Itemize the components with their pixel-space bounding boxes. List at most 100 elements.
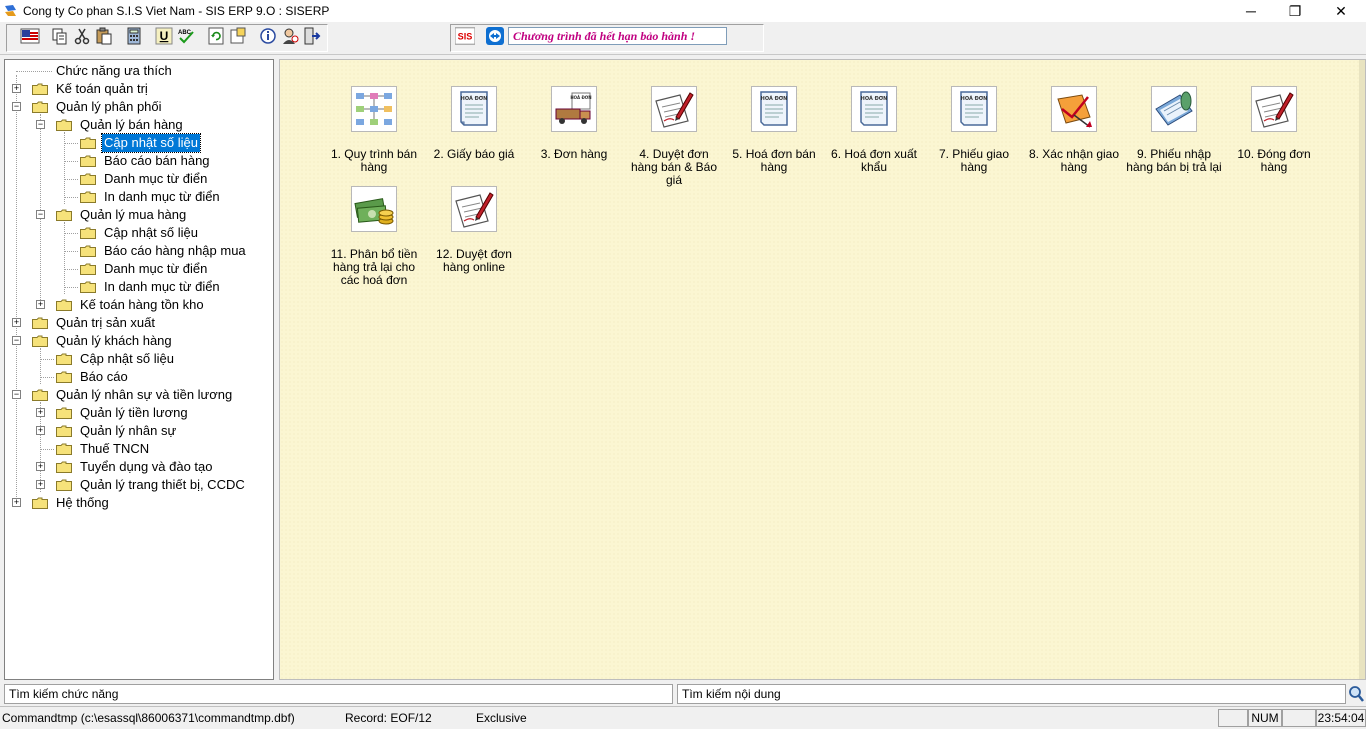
expand-plus-icon[interactable]: + — [12, 498, 21, 507]
tree-item-customers[interactable]: − Quản lý khách hàng — [5, 332, 273, 350]
tree-item-customers-update-data[interactable]: Cập nhật số liệu — [5, 350, 273, 368]
tree-item-inventory[interactable]: + Kế toán hàng tồn kho — [5, 296, 273, 314]
app-icon — [5, 5, 16, 16]
tree-item-purchase-dictionary[interactable]: Danh mục từ điển — [5, 260, 273, 278]
tree-item-purchase-print-dictionary[interactable]: In danh mục từ điển — [5, 278, 273, 296]
tree-item-favorites[interactable]: Chức năng ưa thích — [5, 62, 273, 80]
window-title: Cong ty Co phan S.I.S Viet Nam - SIS ERP… — [23, 4, 330, 18]
tree-item-sales-print-dictionary[interactable]: In danh mục từ điển — [5, 188, 273, 206]
tree-item-label: Quản lý trang thiết bị, CCDC — [80, 477, 245, 492]
info-icon[interactable] — [258, 26, 278, 46]
expand-plus-icon[interactable]: + — [12, 84, 21, 93]
minimize-button[interactable]: ─ — [1228, 0, 1274, 22]
note-icon[interactable] — [228, 26, 248, 46]
tree-item-purchase-report[interactable]: Báo cáo hàng nhập mua — [5, 242, 273, 260]
function-tile-export-invoice[interactable]: HOÁ ĐƠN 6. Hoá đơn xuất khẩu — [826, 86, 922, 174]
function-tile-label: 12. Duyệt đơn hàng online — [436, 247, 512, 274]
function-tile-approve-online-order[interactable]: 12. Duyệt đơn hàng online — [426, 186, 522, 274]
folder-icon — [56, 425, 72, 437]
folder-icon — [56, 443, 72, 455]
approve-sign-icon — [651, 86, 697, 132]
function-tile-delivery-note[interactable]: HOÁ ĐƠN 7. Phiếu giao hàng — [926, 86, 1022, 174]
language-flag-icon[interactable] — [20, 26, 40, 46]
folder-icon — [56, 353, 72, 365]
order-truck-icon: HOÁ ĐƠN — [551, 86, 597, 132]
function-tile-sales-invoice[interactable]: HOÁ ĐƠN 5. Hoá đơn bán hàng — [726, 86, 822, 174]
tree-item-production[interactable]: + Quản trị sản xuất — [5, 314, 273, 332]
tree-item-sales-update-data[interactable]: Cập nhật số liệu — [5, 133, 273, 153]
close-button[interactable]: ✕ — [1318, 0, 1364, 22]
function-tile-label: 6. Hoá đơn xuất khẩu — [831, 147, 917, 174]
cut-icon[interactable] — [72, 26, 92, 46]
collapse-minus-icon[interactable]: − — [12, 336, 21, 345]
maximize-button[interactable]: ❐ — [1272, 0, 1318, 22]
tree-item-label: Cập nhật số liệu — [101, 133, 201, 153]
search-icon[interactable] — [1347, 684, 1365, 704]
tree-item-hr-payroll[interactable]: − Quản lý nhân sự và tiền lương — [5, 386, 273, 404]
content-search-input[interactable]: Tìm kiếm nội dung — [677, 684, 1346, 704]
collapse-minus-icon[interactable]: − — [12, 390, 21, 399]
function-tile-quotation[interactable]: HOÁ ĐƠN 2. Giấy báo giá — [426, 86, 522, 161]
exit-icon[interactable] — [302, 26, 322, 46]
status-scroll-box — [1282, 709, 1316, 727]
tree-item-label: Kế toán quản trị — [56, 81, 148, 96]
collapse-minus-icon[interactable]: − — [12, 102, 21, 111]
function-tile-close-order[interactable]: 10. Đóng đơn hàng — [1226, 86, 1322, 174]
tree-item-distribution[interactable]: − Quản lý phân phối — [5, 98, 273, 116]
folder-icon — [56, 371, 72, 383]
collapse-minus-icon[interactable]: − — [36, 120, 45, 129]
function-tile-allocate-return[interactable]: 11. Phân bổ tiền hàng trả lại cho các ho… — [326, 186, 422, 287]
function-search-input[interactable]: Tìm kiếm chức năng — [4, 684, 673, 704]
function-tile-label: 11. Phân bổ tiền hàng trả lại cho các ho… — [330, 247, 418, 287]
tree-item-management-accounting[interactable]: + Kế toán quản trị — [5, 80, 273, 98]
tree-item-hr[interactable]: + Quản lý nhân sự — [5, 422, 273, 440]
expand-plus-icon[interactable]: + — [36, 408, 45, 417]
expand-plus-icon[interactable]: + — [12, 318, 21, 327]
tree-item-purchasing[interactable]: − Quản lý mua hàng — [5, 206, 273, 224]
tree-item-recruitment[interactable]: + Tuyển dụng và đào tạo — [5, 458, 273, 476]
vertical-scrollbar[interactable] — [1359, 60, 1365, 679]
expand-plus-icon[interactable]: + — [36, 480, 45, 489]
function-tile-sales-order[interactable]: HOÁ ĐƠN 3. Đơn hàng — [526, 86, 622, 161]
folder-icon — [56, 119, 72, 131]
function-tile-delivery-confirm[interactable]: 8. Xác nhận giao hàng — [1026, 86, 1122, 174]
title-bar: Cong ty Co phan S.I.S Viet Nam - SIS ERP… — [0, 0, 1366, 22]
tree-item-purchase-update-data[interactable]: Cập nhật số liệu — [5, 224, 273, 242]
function-tile-label: 4. Duyệt đơn hàng bán & Báo giá — [630, 147, 718, 187]
copy-icon[interactable] — [50, 26, 70, 46]
function-tile-sales-process[interactable]: 1. Quy trình bán hàng — [326, 86, 422, 174]
tree-item-equipment[interactable]: + Quản lý trang thiết bị, CCDC — [5, 476, 273, 494]
tree-item-sales[interactable]: − Quản lý bán hàng — [5, 116, 273, 134]
tree-item-sales-report[interactable]: Báo cáo bán hàng — [5, 152, 273, 170]
tree-item-system[interactable]: + Hệ thống — [5, 494, 273, 512]
sis-logo-icon[interactable]: SIS — [455, 26, 477, 46]
refresh-icon[interactable] — [206, 26, 226, 46]
folder-icon — [80, 227, 96, 239]
paste-icon[interactable] — [94, 26, 114, 46]
invoice-document-icon: HOÁ ĐƠN — [851, 86, 897, 132]
tree-item-customers-report[interactable]: Báo cáo — [5, 368, 273, 386]
user-help-icon[interactable] — [280, 26, 300, 46]
expand-plus-icon[interactable]: + — [36, 300, 45, 309]
svg-text:U: U — [160, 29, 169, 43]
function-tile-approve-order[interactable]: 4. Duyệt đơn hàng bán & Báo giá — [626, 86, 722, 187]
tree-item-label: Quản lý nhân sự và tiền lương — [56, 387, 233, 402]
folder-icon — [32, 83, 48, 95]
folder-icon — [32, 335, 48, 347]
function-tree[interactable]: Chức năng ưa thích + Kế toán quản trị − … — [4, 59, 274, 680]
collapse-minus-icon[interactable]: − — [36, 210, 45, 219]
expand-plus-icon[interactable]: + — [36, 462, 45, 471]
folder-icon — [56, 407, 72, 419]
tree-item-label: In danh mục từ điển — [104, 279, 220, 294]
folder-icon — [80, 137, 96, 149]
underline-icon[interactable]: U — [154, 26, 174, 46]
tree-item-pit[interactable]: Thuế TNCN — [5, 440, 273, 458]
teamviewer-icon[interactable] — [485, 26, 505, 46]
tree-item-label: Cập nhật số liệu — [104, 225, 198, 240]
calculator-icon[interactable] — [124, 26, 144, 46]
tree-item-sales-dictionary[interactable]: Danh mục từ điển — [5, 170, 273, 188]
function-tile-sales-return[interactable]: 9. Phiếu nhập hàng bán bị trả lại — [1126, 86, 1222, 174]
expand-plus-icon[interactable]: + — [36, 426, 45, 435]
spellcheck-icon[interactable]: ABC — [176, 26, 196, 46]
tree-item-payroll[interactable]: + Quản lý tiền lương — [5, 404, 273, 422]
